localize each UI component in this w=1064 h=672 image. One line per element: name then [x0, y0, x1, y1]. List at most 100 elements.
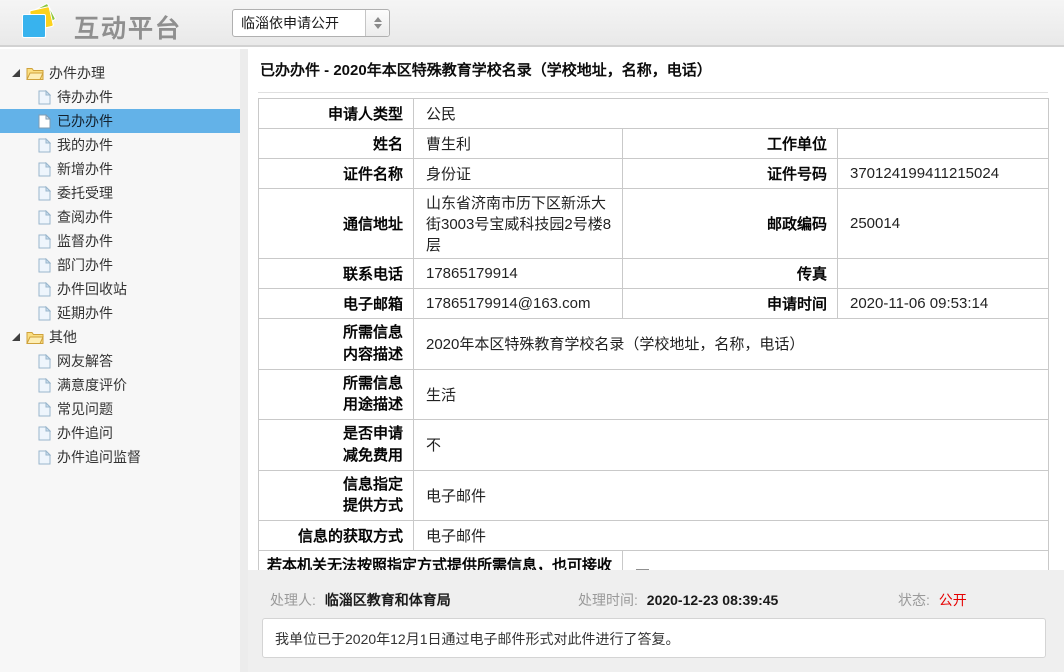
document-icon — [38, 378, 51, 393]
field-label: 通信地址 — [259, 189, 414, 259]
sidebar-group-banjian-banli[interactable]: 办件办理 — [0, 61, 240, 85]
sidebar-item-label: 满意度评价 — [57, 375, 127, 395]
field-label: 所需信息用途描述 — [259, 369, 414, 420]
sidebar-group-label: 其他 — [49, 327, 77, 347]
field-value: 曹生利 — [414, 129, 623, 159]
field-value: 2020年本区特殊教育学校名录（学校地址，名称，电话） — [414, 319, 1049, 370]
opinion-meta-row: 处理人: 临淄区教育和体育局 处理时间: 2020-12-23 08:39:45… — [248, 570, 1064, 616]
field-label: 电子邮箱 — [259, 289, 414, 319]
page-title: 已办办件 - 2020年本区特殊教育学校名录（学校地址，名称，电话） — [258, 57, 1048, 93]
spinner-icon[interactable] — [365, 10, 389, 36]
handle-time-value: 2020-12-23 08:39:45 — [647, 592, 779, 608]
field-value: 17865179914 — [414, 259, 623, 289]
sidebar-item-label: 常见问题 — [57, 399, 113, 419]
document-icon — [38, 186, 51, 201]
handler-label: 处理人: — [270, 592, 316, 608]
form-row-id-type: 证件名称 身份证 证件号码 370124199411215024 — [259, 159, 1049, 189]
handle-time-label: 处理时间: — [578, 592, 638, 608]
field-value: 不 — [414, 420, 1049, 471]
field-label: 邮政编码 — [623, 189, 838, 259]
sidebar-item-weituo[interactable]: 委托受理 — [0, 181, 240, 205]
sidebar-item-daiban[interactable]: 待办办件 — [0, 85, 240, 109]
field-label: 信息指定提供方式 — [259, 470, 414, 521]
field-label: 证件号码 — [623, 159, 838, 189]
app-header: 互动平台 临淄依申请公开 — [0, 0, 1064, 47]
sidebar-item-label: 办件追问 — [57, 423, 113, 443]
field-value: 身份证 — [414, 159, 623, 189]
reply-text: 我单位已于2020年12月1日通过电子邮件形式对此件进行了答复。 — [262, 618, 1046, 658]
sidebar-item-yanqi[interactable]: 延期办件 — [0, 301, 240, 325]
document-icon — [38, 402, 51, 417]
field-label: 证件名称 — [259, 159, 414, 189]
document-icon — [38, 234, 51, 249]
sidebar-item-chayue[interactable]: 查阅办件 — [0, 205, 240, 229]
document-icon — [38, 258, 51, 273]
form-row-applicant-type: 申请人类型 公民 — [259, 99, 1049, 129]
document-icon — [38, 210, 51, 225]
sidebar-item-wangyou[interactable]: 网友解答 — [0, 349, 240, 373]
folder-icon — [26, 66, 44, 80]
handler-value: 临淄区教育和体育局 — [325, 592, 451, 608]
status-badge: 公开 — [939, 592, 967, 608]
tree-expander-icon[interactable] — [12, 69, 20, 77]
sidebar-item-label: 查阅办件 — [57, 207, 113, 227]
field-label: 申请时间 — [623, 289, 838, 319]
app-logo-icon — [22, 6, 58, 40]
channel-select[interactable]: 临淄依申请公开 — [232, 9, 390, 37]
sidebar-tree: 办件办理 待办办件 已办办件 我的办件 新增办件 委托受理 查阅办件 监督办件 — [0, 61, 240, 469]
sidebar-item-changjian[interactable]: 常见问题 — [0, 397, 240, 421]
channel-select-value: 临淄依申请公开 — [233, 10, 365, 36]
sidebar-item-label: 新增办件 — [57, 159, 113, 179]
field-label: 信息的获取方式 — [259, 521, 414, 551]
field-value: 2020-11-06 09:53:14 — [838, 289, 1049, 319]
field-value — [838, 129, 1049, 159]
sidebar-item-xinzeng[interactable]: 新增办件 — [0, 157, 240, 181]
field-value: 370124199411215024 — [838, 159, 1049, 189]
document-icon — [38, 450, 51, 465]
spinner-up-icon — [374, 17, 382, 22]
field-value: 250014 — [838, 189, 1049, 259]
status-label: 状态: — [898, 592, 930, 608]
logo-blue-page-icon — [22, 14, 46, 38]
document-icon — [38, 426, 51, 441]
document-icon — [38, 138, 51, 153]
form-row-name: 姓名 曹生利 工作单位 — [259, 129, 1049, 159]
sidebar-item-wode[interactable]: 我的办件 — [0, 133, 240, 157]
sidebar-item-jiandu[interactable]: 监督办件 — [0, 229, 240, 253]
form-row-address: 通信地址 山东省济南市历下区新泺大街3003号宝威科技园2号楼8层 邮政编码 2… — [259, 189, 1049, 259]
field-value: 生活 — [414, 369, 1049, 420]
field-value: 17865179914@163.com — [414, 289, 623, 319]
sidebar: 办件办理 待办办件 已办办件 我的办件 新增办件 委托受理 查阅办件 监督办件 — [0, 49, 240, 672]
form-row-phone: 联系电话 17865179914 传真 — [259, 259, 1049, 289]
field-label: 申请人类型 — [259, 99, 414, 129]
folder-icon — [26, 330, 44, 344]
sidebar-item-yiban[interactable]: 已办办件 — [0, 109, 240, 133]
field-label: 联系电话 — [259, 259, 414, 289]
field-label: 传真 — [623, 259, 838, 289]
sidebar-divider — [240, 49, 248, 672]
sidebar-item-manyidu[interactable]: 满意度评价 — [0, 373, 240, 397]
sidebar-item-label: 部门办件 — [57, 255, 113, 275]
sidebar-group-label: 办件办理 — [49, 63, 105, 83]
form-row-email: 电子邮箱 17865179914@163.com 申请时间 2020-11-06… — [259, 289, 1049, 319]
document-icon — [38, 90, 51, 105]
document-icon — [38, 162, 51, 177]
sidebar-group-qita[interactable]: 其他 — [0, 325, 240, 349]
tree-expander-icon[interactable] — [12, 333, 20, 341]
sidebar-item-label: 延期办件 — [57, 303, 113, 323]
handle-time-field: 处理时间: 2020-12-23 08:39:45 — [578, 590, 778, 610]
sidebar-item-label: 监督办件 — [57, 231, 113, 251]
handler-field: 处理人: 临淄区教育和体育局 — [270, 590, 451, 610]
field-value — [838, 259, 1049, 289]
field-label: 所需信息内容描述 — [259, 319, 414, 370]
spinner-down-icon — [374, 24, 382, 29]
sidebar-item-bumen[interactable]: 部门办件 — [0, 253, 240, 277]
sidebar-item-huishouzhan[interactable]: 办件回收站 — [0, 277, 240, 301]
sidebar-item-zhuiwen-jiandu[interactable]: 办件追问监督 — [0, 445, 240, 469]
field-value: 电子邮件 — [414, 470, 1049, 521]
sidebar-item-zhuiwen[interactable]: 办件追问 — [0, 421, 240, 445]
field-value: 山东省济南市历下区新泺大街3003号宝威科技园2号楼8层 — [414, 189, 623, 259]
main-content: 已办办件 - 2020年本区特殊教育学校名录（学校地址，名称，电话） 申请人类型… — [248, 49, 1064, 672]
field-value: 电子邮件 — [414, 521, 1049, 551]
field-value: 公民 — [414, 99, 1049, 129]
